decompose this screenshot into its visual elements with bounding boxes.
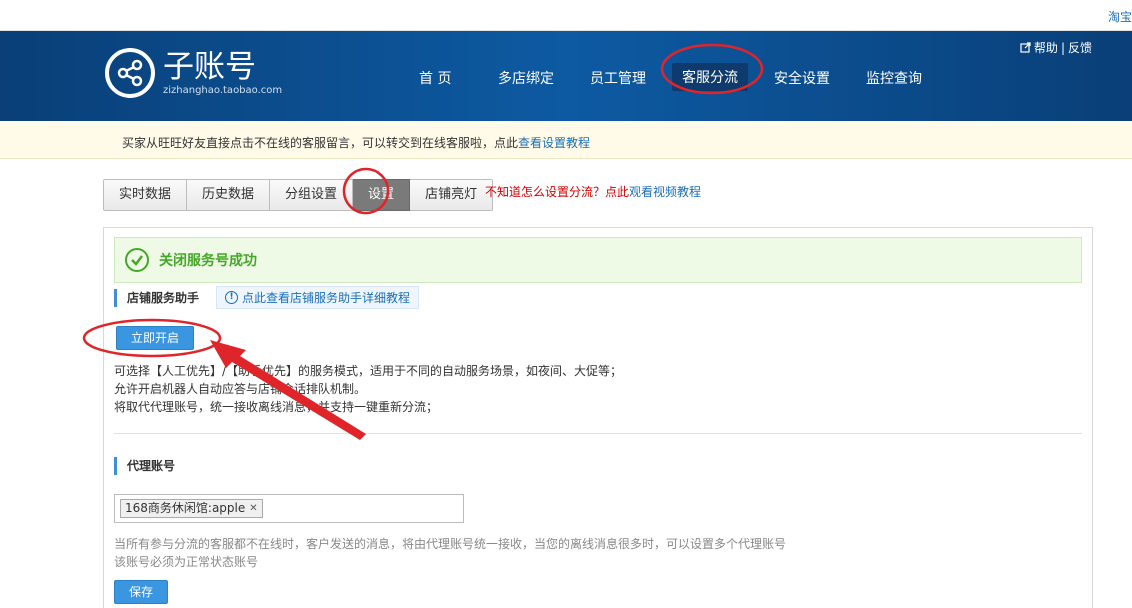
store-assistant-help-link[interactable]: 点此查看店铺服务助手详细教程 [242,289,410,306]
enable-now-button[interactable]: 立即开启 [116,326,195,350]
external-link-icon [1020,42,1031,53]
logo-icon [105,48,155,98]
tab-store-light[interactable]: 店铺亮灯 [410,179,494,211]
tab-group-settings[interactable]: 分组设置 [270,179,354,211]
store-assistant-help[interactable]: ! 点此查看店铺服务助手详细教程 [216,286,420,309]
notice-bar: 买家从旺旺好友直接点击不在线的客服留言，可以转交到在线客服啦，点此查看设置教程 [0,121,1132,159]
nav-item-staff[interactable]: 员工管理 [590,68,646,88]
video-tutorial-link[interactable]: 观看视频教程 [629,185,701,199]
tab-history-data[interactable]: 历史数据 [187,179,271,211]
logo-subtitle: zizhanghao.taobao.com [163,85,283,96]
top-strip: 淘宝 [0,0,1132,31]
remove-tag-icon[interactable]: ✕ [249,500,257,517]
logo[interactable]: 子账号 zizhanghao.taobao.com [105,48,282,98]
feedback-link[interactable]: 反馈 [1068,39,1092,56]
notice-text: 买家从旺旺好友直接点击不在线的客服留言，可以转交到在线客服啦，点此 [122,136,519,150]
desc-line: 将取代代理账号，统一接收离线消息，并支持一键重新分流； [114,400,439,414]
agent-account-tag-label: 168商务休闲馆:apple [125,501,246,515]
note-line: 当所有参与分流的客服都不在线时，客户发送的消息，将由代理账号统一接收，当您的离线… [114,537,787,551]
store-assistant-description: 可选择【人工优先】/【助手优先】的服务模式，适用于不同的自动服务场景，如夜间、大… [114,362,622,416]
tab-hint: 不知道怎么设置分流？点此观看视频教程 [485,183,701,200]
desc-line: 可选择【人工优先】/【助手优先】的服务模式，适用于不同的自动服务场景，如夜间、大… [114,364,623,378]
agent-account-note: 当所有参与分流的客服都不在线时，客户发送的消息，将由代理账号统一接收，当您的离线… [114,535,786,571]
success-alert: 关闭服务号成功 [114,237,1082,283]
nav-item-security[interactable]: 安全设置 [774,68,830,88]
nav-item-home[interactable]: 首 页 [419,68,451,88]
nav-item-customer-service-routing[interactable]: 客服分流 [672,63,748,91]
section-divider [114,433,1082,434]
success-message: 关闭服务号成功 [159,253,257,269]
note-line: 该账号必须为正常状态账号 [114,555,259,569]
agent-account-tag: 168商务休闲馆:apple ✕ [120,499,263,518]
nav-item-monitor[interactable]: 监控查询 [866,68,922,88]
save-button[interactable]: 保存 [114,580,169,604]
agent-account-title: 代理账号 [114,457,175,475]
info-icon: ! [225,291,238,304]
header: 子账号 zizhanghao.taobao.com [0,31,1132,121]
help-feedback: 帮助 | 反馈 [1020,39,1092,56]
nav-item-multi-store[interactable]: 多店绑定 [498,68,554,88]
check-circle-icon [125,248,149,272]
help-separator: | [1060,40,1065,55]
notice-tutorial-link[interactable]: 查看设置教程 [518,136,590,150]
tab-settings[interactable]: 设置 [353,179,411,211]
tab-realtime-data[interactable]: 实时数据 [103,179,188,211]
desc-line: 允许开启机器人自动应答与店铺会话排队机制。 [114,382,367,396]
tab-bar: 实时数据 历史数据 分组设置 设置 店铺亮灯 [103,179,494,211]
agent-account-input[interactable]: 168商务休闲馆:apple ✕ [114,494,464,523]
logo-title: 子账号 [163,49,256,85]
settings-panel: 关闭服务号成功 店铺服务助手 ! 点此查看店铺服务助手详细教程 立即开启 可选择… [103,227,1093,608]
taobao-link[interactable]: 淘宝 [1108,8,1132,25]
store-assistant-title: 店铺服务助手 [114,289,199,307]
help-link[interactable]: 帮助 [1034,39,1058,56]
tab-hint-text: 不知道怎么设置分流？点此 [485,185,630,199]
